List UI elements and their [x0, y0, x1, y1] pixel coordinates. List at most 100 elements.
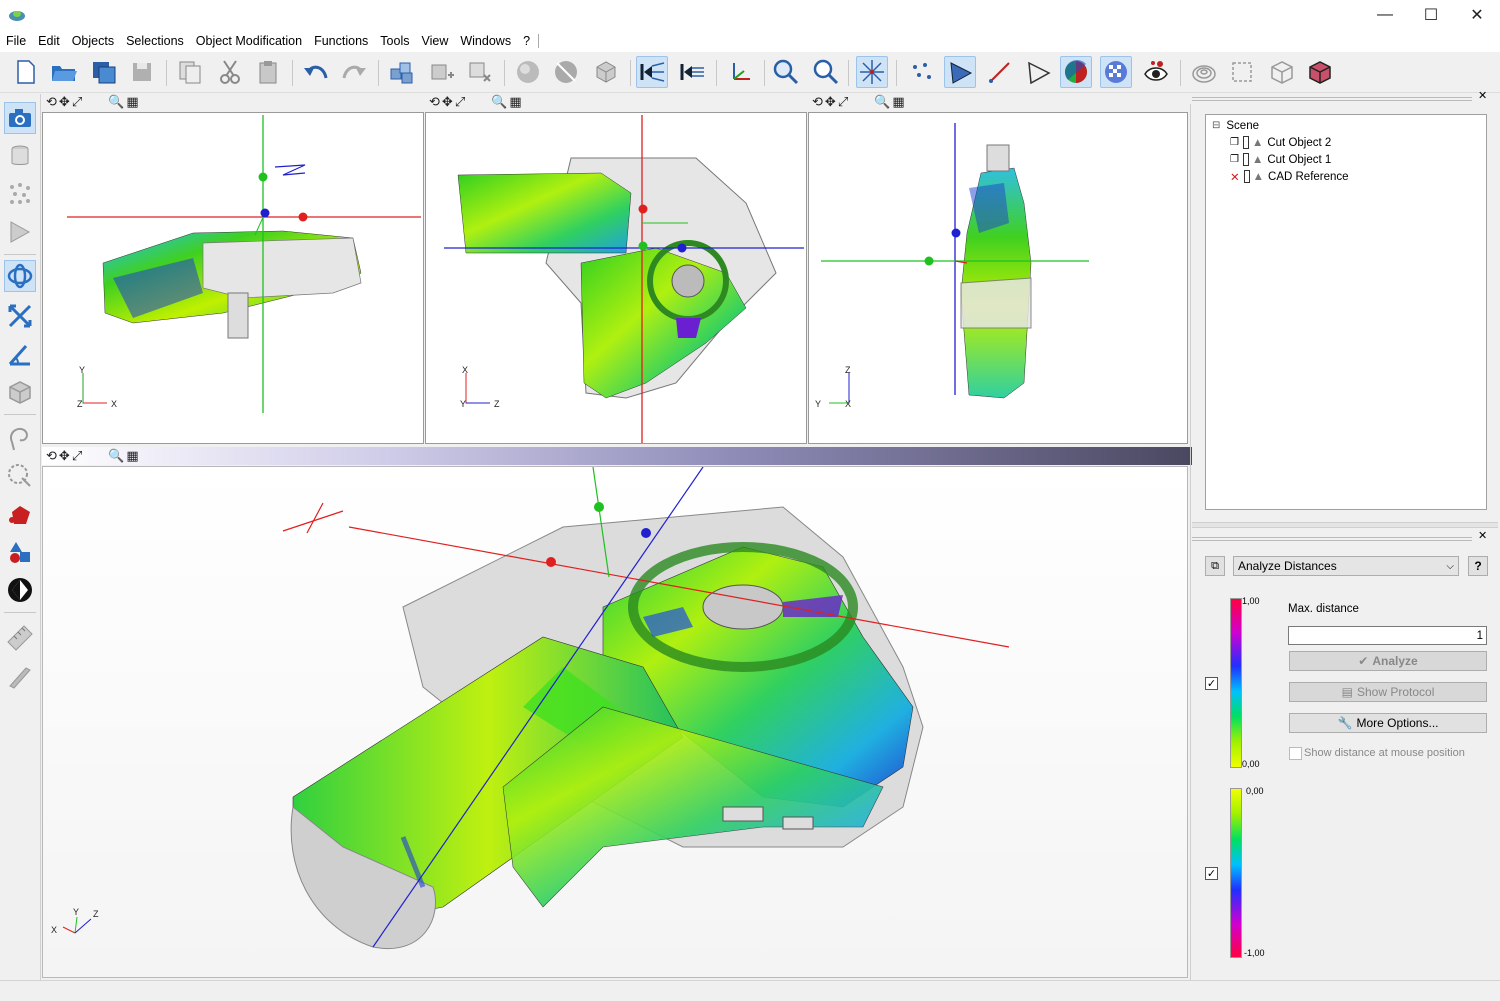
rotate-icon[interactable]: [4, 260, 36, 292]
menu-objects[interactable]: Objects: [66, 34, 120, 48]
show-protocol-button[interactable]: ▤ Show Protocol: [1289, 682, 1487, 702]
tree-item[interactable]: ❐ ▲ Cut Object 1: [1230, 151, 1486, 168]
angle-measure-icon[interactable]: [4, 338, 36, 370]
max-distance-input[interactable]: [1288, 626, 1487, 645]
align-left-icon[interactable]: [636, 56, 668, 88]
viewport-side[interactable]: X Z Y: [425, 112, 807, 444]
menu-file[interactable]: File: [0, 34, 32, 48]
menu-view[interactable]: View: [415, 34, 454, 48]
zoom-view-icon[interactable]: ⤢: [455, 94, 465, 110]
zoom-in-icon[interactable]: [770, 56, 802, 88]
viewport-front[interactable]: Y X Z: [42, 112, 424, 444]
layout-grid-icon[interactable]: ▦: [126, 94, 138, 110]
magnify-icon[interactable]: 🔍: [108, 94, 124, 110]
lasso-select-icon[interactable]: [4, 422, 36, 454]
save-icon[interactable]: [126, 56, 158, 88]
close-button[interactable]: ✕: [1454, 0, 1500, 30]
menu-windows[interactable]: Windows: [454, 34, 517, 48]
points-icon[interactable]: [906, 56, 938, 88]
wireframe-cube-icon[interactable]: [1266, 56, 1298, 88]
copy-icon[interactable]: [174, 56, 206, 88]
cylinder-icon[interactable]: [4, 140, 36, 172]
cross-arrows-icon[interactable]: [4, 300, 36, 332]
delete-object-icon[interactable]: [464, 56, 496, 88]
rotate-view-icon[interactable]: ⟲: [46, 448, 57, 464]
redo-icon[interactable]: [338, 56, 370, 88]
maximize-button[interactable]: ☐: [1408, 0, 1454, 30]
scene-root[interactable]: ⊟ Scene: [1212, 117, 1486, 134]
spiral-icon[interactable]: [1188, 56, 1220, 88]
menu-tools[interactable]: Tools: [374, 34, 415, 48]
panel-splitter[interactable]: [1192, 522, 1498, 528]
minimize-button[interactable]: —: [1362, 0, 1408, 30]
show-distance-checkbox[interactable]: [1289, 747, 1302, 760]
save-as-icon[interactable]: [88, 56, 120, 88]
rotate-view-icon[interactable]: ⟲: [46, 94, 57, 110]
paste-icon[interactable]: [252, 56, 284, 88]
checker-texture-icon[interactable]: [1100, 56, 1132, 88]
ruler-icon[interactable]: [4, 622, 36, 654]
function-select[interactable]: Analyze Distances ⌵: [1233, 556, 1459, 576]
zoom-view-icon[interactable]: ⤢: [72, 94, 82, 110]
pan-view-icon[interactable]: ✥: [442, 94, 453, 110]
negative-scale-checkbox[interactable]: ✓: [1205, 867, 1218, 880]
knife-icon[interactable]: [4, 660, 36, 692]
dashed-select-icon[interactable]: [4, 460, 36, 492]
magnify-icon[interactable]: 🔍: [108, 448, 124, 464]
point-cloud-icon[interactable]: [4, 178, 36, 210]
viewport-perspective[interactable]: Y Z X: [42, 466, 1188, 978]
open-folder-icon[interactable]: [48, 56, 80, 88]
zoom-fit-icon[interactable]: [810, 56, 842, 88]
object-cube-icon[interactable]: ❐: [1230, 137, 1239, 148]
menu-selections[interactable]: Selections: [120, 34, 190, 48]
shapes-select-icon[interactable]: [4, 536, 36, 568]
layout-grid-icon[interactable]: ▦: [509, 94, 521, 110]
object-group-icon[interactable]: [386, 56, 418, 88]
new-file-icon[interactable]: [10, 56, 42, 88]
solid-cube-icon[interactable]: [1304, 56, 1336, 88]
dashed-box-icon[interactable]: [1226, 56, 1258, 88]
analyze-button[interactable]: ✔ Analyze: [1289, 651, 1487, 671]
panel-close-icon[interactable]: ✕: [1478, 529, 1487, 542]
object-cube-icon[interactable]: ❐: [1230, 154, 1239, 165]
camera-icon[interactable]: [4, 102, 36, 134]
undo-icon[interactable]: [300, 56, 332, 88]
rotate-view-icon[interactable]: ⟲: [812, 94, 823, 110]
hidden-x-icon[interactable]: ✕: [1230, 170, 1240, 184]
menu-help[interactable]: ?: [517, 34, 536, 48]
menu-object-modification[interactable]: Object Modification: [190, 34, 308, 48]
red-select-icon[interactable]: [4, 498, 36, 530]
pan-view-icon[interactable]: ✥: [825, 94, 836, 110]
help-button[interactable]: ?: [1468, 556, 1488, 576]
coordinate-axes-icon[interactable]: [724, 56, 756, 88]
undock-icon[interactable]: ⧉: [1205, 556, 1225, 576]
mesh-cube-icon[interactable]: [590, 56, 622, 88]
triangle-outline-icon[interactable]: [1022, 56, 1054, 88]
add-object-icon[interactable]: [426, 56, 458, 88]
magnify-icon[interactable]: 🔍: [491, 94, 507, 110]
axis-gizmo-icon[interactable]: [856, 56, 888, 88]
layout-grid-icon[interactable]: ▦: [892, 94, 904, 110]
sphere-slice-icon[interactable]: [550, 56, 582, 88]
layout-grid-icon[interactable]: ▦: [126, 448, 138, 464]
panel-close-icon[interactable]: ✕: [1478, 89, 1487, 102]
tree-item[interactable]: ❐ ▲ Cut Object 2: [1230, 134, 1486, 151]
sphere-icon[interactable]: [512, 56, 544, 88]
invert-select-icon[interactable]: [4, 574, 36, 606]
pan-view-icon[interactable]: ✥: [59, 94, 70, 110]
positive-scale-checkbox[interactable]: ✓: [1205, 677, 1218, 690]
rotate-view-icon[interactable]: ⟲: [429, 94, 440, 110]
tree-item[interactable]: ✕ ▲ CAD Reference: [1230, 168, 1486, 185]
viewport-top[interactable]: Z Y X: [808, 112, 1188, 444]
visibility-eye-icon[interactable]: [1140, 56, 1172, 88]
menu-functions[interactable]: Functions: [308, 34, 374, 48]
triangle-icon[interactable]: [4, 216, 36, 248]
box-icon[interactable]: [4, 376, 36, 408]
menu-edit[interactable]: Edit: [32, 34, 66, 48]
cut-icon[interactable]: [214, 56, 246, 88]
magnify-icon[interactable]: 🔍: [874, 94, 890, 110]
color-shading-icon[interactable]: [1060, 56, 1092, 88]
zoom-view-icon[interactable]: ⤢: [838, 94, 848, 110]
more-options-button[interactable]: 🔧 More Options...: [1289, 713, 1487, 733]
align-lines-icon[interactable]: [676, 56, 708, 88]
